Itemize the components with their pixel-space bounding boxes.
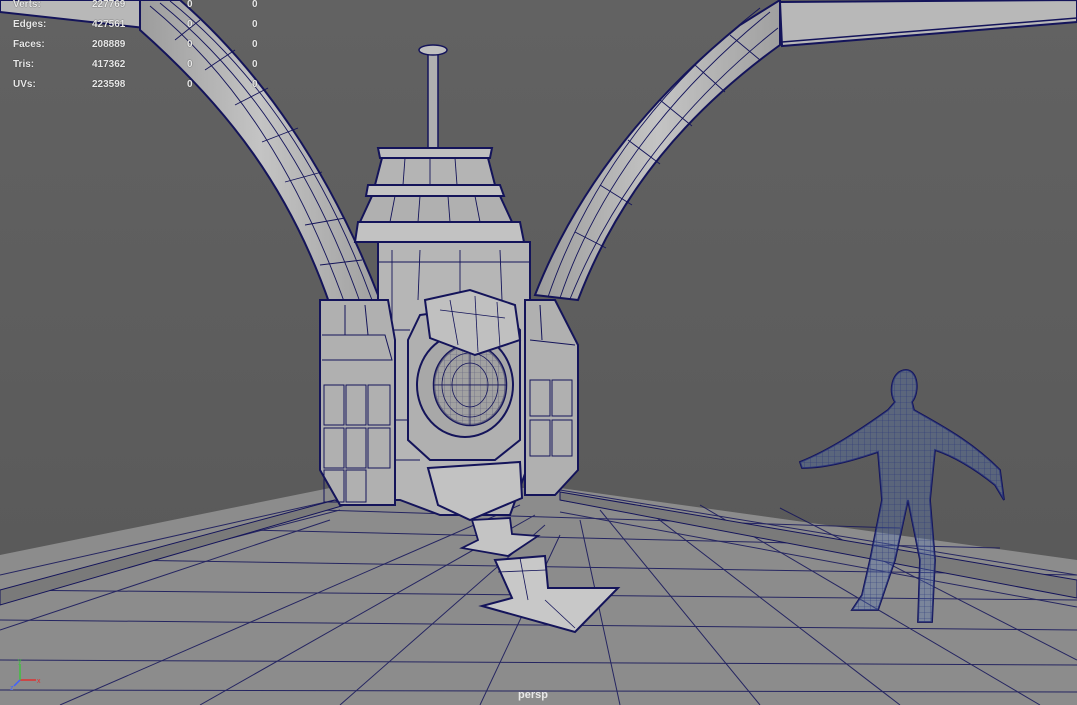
poly-count-hud: Verts: 227769 0 0 Edges: 427561 0 0 Face… xyxy=(13,0,273,100)
hud-total: 227769 xyxy=(92,0,126,10)
hud-total: 208889 xyxy=(92,39,126,50)
view-axis-gizmo-icon: x y z xyxy=(10,658,41,690)
svg-text:y: y xyxy=(18,658,22,665)
hud-components: 0 xyxy=(252,39,258,50)
hud-selected: 0 xyxy=(187,0,193,10)
side-panel-left xyxy=(319,299,396,506)
svg-text:x: x xyxy=(37,678,41,685)
dome-top xyxy=(376,147,494,159)
3d-viewport[interactable]: Verts: 227769 0 0 Edges: 427561 0 0 Face… xyxy=(0,0,1077,705)
hud-components: 0 xyxy=(252,19,258,30)
hud-components: 0 xyxy=(252,59,258,70)
hud-label: Edges: xyxy=(13,19,47,30)
hud-row-faces: Faces: 208889 0 0 xyxy=(13,39,273,60)
antenna-pole xyxy=(427,51,439,149)
hud-label: Verts: xyxy=(13,0,41,10)
camera-name-label: persp xyxy=(518,689,548,701)
hud-total: 223598 xyxy=(92,79,126,90)
hud-label: Faces: xyxy=(13,39,45,50)
hud-components: 0 xyxy=(252,0,258,10)
hud-row-tris: Tris: 417362 0 0 xyxy=(13,59,273,80)
hud-total: 427561 xyxy=(92,19,126,30)
antenna-cap xyxy=(418,44,448,56)
hud-row-uvs: UVs: 223598 0 0 xyxy=(13,79,273,100)
hud-selected: 0 xyxy=(187,79,193,90)
hud-row-edges: Edges: 427561 0 0 xyxy=(13,19,273,40)
hud-selected: 0 xyxy=(187,59,193,70)
hud-components: 0 xyxy=(252,79,258,90)
svg-text:z: z xyxy=(10,685,14,690)
hud-row-verts: Verts: 227769 0 0 xyxy=(13,0,273,20)
scene-render[interactable] xyxy=(0,0,1077,705)
hud-label: UVs: xyxy=(13,79,36,90)
hud-selected: 0 xyxy=(187,39,193,50)
hud-selected: 0 xyxy=(187,19,193,30)
hud-total: 417362 xyxy=(92,59,126,70)
hud-label: Tris: xyxy=(13,59,35,70)
